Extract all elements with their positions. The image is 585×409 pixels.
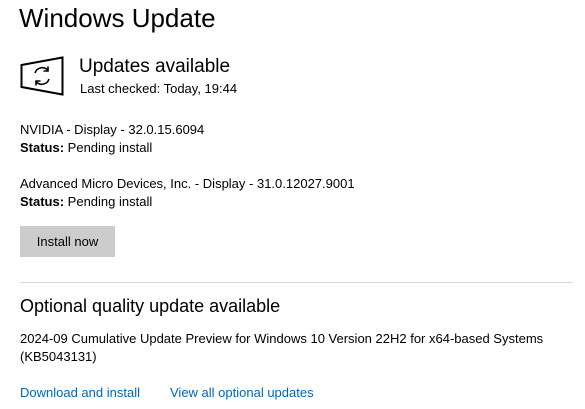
update-item-nvidia: NVIDIA - Display - 32.0.15.6094 Status: …: [20, 121, 204, 157]
optional-update-description: 2024-09 Cumulative Update Preview for Wi…: [20, 330, 580, 366]
optional-update-title: 2024-09 Cumulative Update Preview for Wi…: [20, 331, 544, 346]
status-heading: Updates available: [79, 56, 231, 77]
update-name: Advanced Micro Devices, Inc. - Display -…: [20, 176, 355, 191]
update-status: Status: Pending install: [20, 140, 152, 155]
optional-update-heading: Optional quality update available: [20, 296, 281, 316]
install-now-button[interactable]: Install now: [20, 226, 115, 257]
download-and-install-link[interactable]: Download and install: [20, 384, 140, 402]
status-label: Status:: [20, 140, 65, 155]
status-value: Pending install: [64, 194, 153, 209]
page-title: Windows Update: [19, 3, 216, 33]
last-checked-text: Last checked: Today, 19:44: [80, 81, 238, 96]
optional-update-kb: (KB5043131): [20, 349, 97, 364]
update-name: NVIDIA - Display - 32.0.15.6094: [20, 122, 205, 137]
status-value: Pending install: [64, 140, 153, 155]
update-item-amd: Advanced Micro Devices, Inc. - Display -…: [20, 175, 355, 211]
status-label: Status:: [20, 194, 65, 209]
windows-update-page: Windows Update Updates available Last ch…: [0, 0, 585, 409]
section-divider: [20, 282, 573, 283]
update-status: Status: Pending install: [20, 194, 152, 209]
sync-icon: [20, 56, 64, 96]
view-all-optional-updates-link[interactable]: View all optional updates: [170, 384, 314, 402]
